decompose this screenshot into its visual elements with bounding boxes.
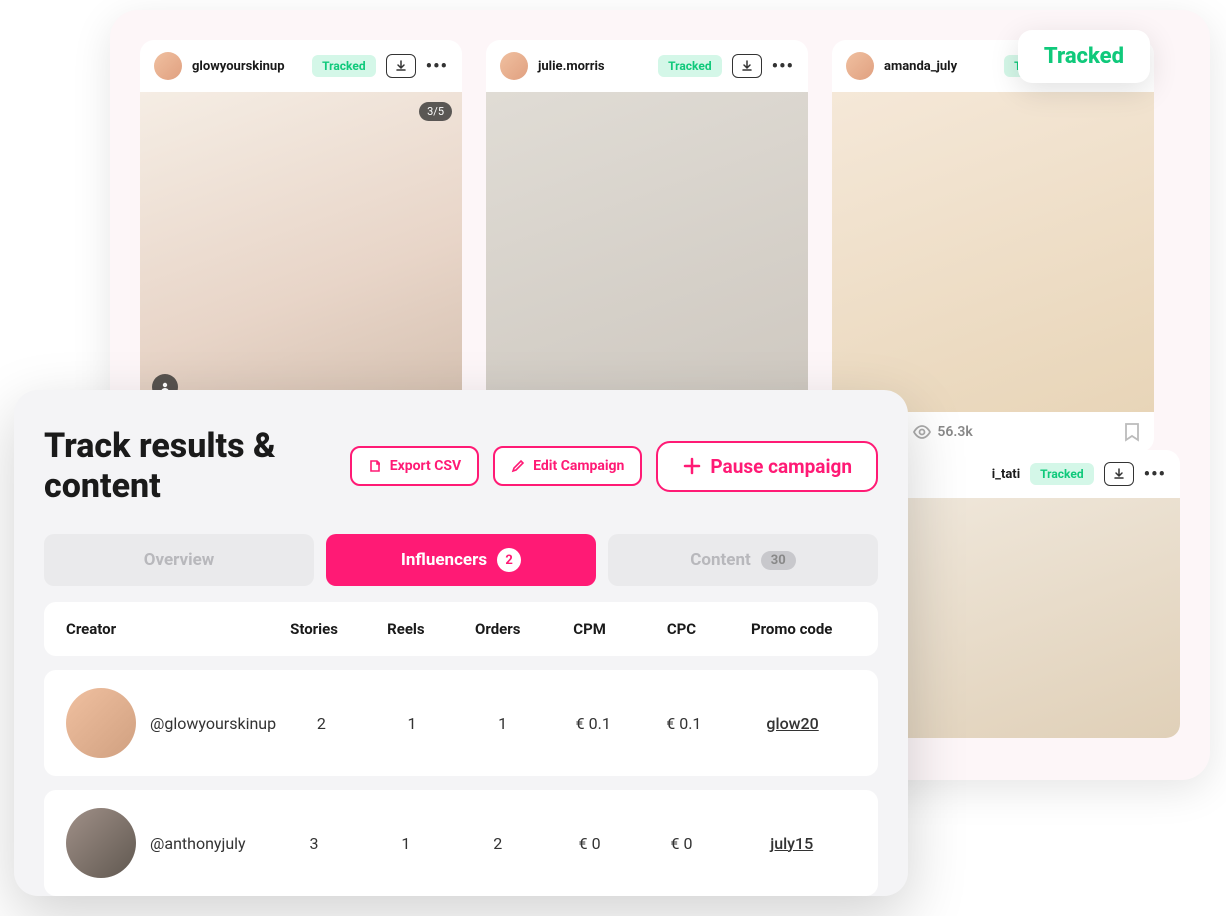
card-header: julie.morris Tracked ••• xyxy=(486,40,808,92)
creator-handle: @anthonyjuly xyxy=(150,834,246,853)
download-icon xyxy=(395,60,407,72)
cell-cpm: € 0 xyxy=(544,834,636,853)
post-image[interactable] xyxy=(486,92,808,412)
pause-campaign-label: Pause campaign xyxy=(710,455,852,478)
table-header: Creator Stories Reels Orders CPM CPC Pro… xyxy=(44,602,878,656)
download-button[interactable] xyxy=(386,54,416,78)
results-header: Track results & content Export CSV Edit … xyxy=(44,426,878,506)
card-header: glowyourskinup Tracked ••• xyxy=(140,40,462,92)
views-stat: 56.3k xyxy=(912,424,972,440)
col-reels: Reels xyxy=(360,620,452,638)
cell-stories: 2 xyxy=(276,714,367,733)
page-title: Track results & content xyxy=(44,426,336,506)
tab-overview-label: Overview xyxy=(144,550,215,570)
edit-campaign-label: Edit Campaign xyxy=(533,458,624,474)
cell-orders: 1 xyxy=(457,714,548,733)
cell-promo[interactable]: july15 xyxy=(727,834,856,853)
col-cpm: CPM xyxy=(544,620,636,638)
post-image[interactable] xyxy=(832,92,1154,412)
download-icon xyxy=(741,60,753,72)
creator-cell: @anthonyjuly xyxy=(66,808,268,878)
avatar xyxy=(500,52,528,80)
tab-influencers-label: Influencers xyxy=(401,550,487,570)
floating-tracked-badge: Tracked xyxy=(1018,30,1150,83)
post-image[interactable]: 3/5 xyxy=(140,92,462,412)
username[interactable]: i_tati xyxy=(992,467,1020,482)
plus-icon xyxy=(682,456,702,476)
more-icon[interactable]: ••• xyxy=(1144,464,1166,485)
avatar xyxy=(66,808,136,878)
gallery-count-badge: 3/5 xyxy=(419,102,452,121)
tab-overview[interactable]: Overview xyxy=(44,534,314,586)
status-badge: Tracked xyxy=(658,55,721,77)
cell-cpm: € 0.1 xyxy=(548,714,639,733)
export-icon xyxy=(368,459,382,473)
tabs: Overview Influencers 2 Content 30 xyxy=(44,534,878,586)
tab-content-count: 30 xyxy=(761,551,796,570)
views-count: 56.3k xyxy=(937,424,972,440)
export-csv-button[interactable]: Export CSV xyxy=(350,446,479,486)
username[interactable]: glowyourskinup xyxy=(192,59,302,74)
avatar xyxy=(154,52,182,80)
creator-handle: @glowyourskinup xyxy=(150,714,276,733)
edit-icon xyxy=(511,459,525,473)
more-icon[interactable]: ••• xyxy=(426,56,448,77)
bookmark-icon xyxy=(1124,422,1140,442)
status-badge: Tracked xyxy=(312,55,375,77)
tab-influencers-count: 2 xyxy=(497,548,521,572)
col-promo: Promo code xyxy=(727,620,856,638)
results-panel: Track results & content Export CSV Edit … xyxy=(14,390,908,896)
download-icon xyxy=(1113,468,1125,480)
eye-icon xyxy=(912,425,932,439)
cell-stories: 3 xyxy=(268,834,360,853)
cell-reels: 1 xyxy=(367,714,458,733)
username[interactable]: julie.morris xyxy=(538,59,648,74)
bookmark-button[interactable] xyxy=(1124,422,1140,442)
avatar xyxy=(66,688,136,758)
cell-cpc: € 0 xyxy=(636,834,728,853)
avatar xyxy=(846,52,874,80)
more-icon[interactable]: ••• xyxy=(772,56,794,77)
username[interactable]: amanda_july xyxy=(884,59,994,74)
download-button[interactable] xyxy=(732,54,762,78)
col-stories: Stories xyxy=(268,620,360,638)
pause-campaign-button[interactable]: Pause campaign xyxy=(656,441,878,492)
col-orders: Orders xyxy=(452,620,544,638)
tab-content-label: Content xyxy=(690,550,750,570)
export-csv-label: Export CSV xyxy=(390,458,461,474)
table-row[interactable]: @glowyourskinup 2 1 1 € 0.1 € 0.1 glow20 xyxy=(44,670,878,776)
cell-orders: 2 xyxy=(452,834,544,853)
creator-cell: @glowyourskinup xyxy=(66,688,276,758)
cell-reels: 1 xyxy=(360,834,452,853)
status-badge: Tracked xyxy=(1030,463,1093,485)
download-button[interactable] xyxy=(1104,462,1134,486)
cell-cpc: € 0.1 xyxy=(639,714,730,733)
col-creator: Creator xyxy=(66,620,268,638)
col-cpc: CPC xyxy=(636,620,728,638)
table-row[interactable]: @anthonyjuly 3 1 2 € 0 € 0 july15 xyxy=(44,790,878,896)
tab-influencers[interactable]: Influencers 2 xyxy=(326,534,596,586)
edit-campaign-button[interactable]: Edit Campaign xyxy=(493,446,642,486)
tab-content[interactable]: Content 30 xyxy=(608,534,878,586)
cell-promo[interactable]: glow20 xyxy=(729,714,856,733)
